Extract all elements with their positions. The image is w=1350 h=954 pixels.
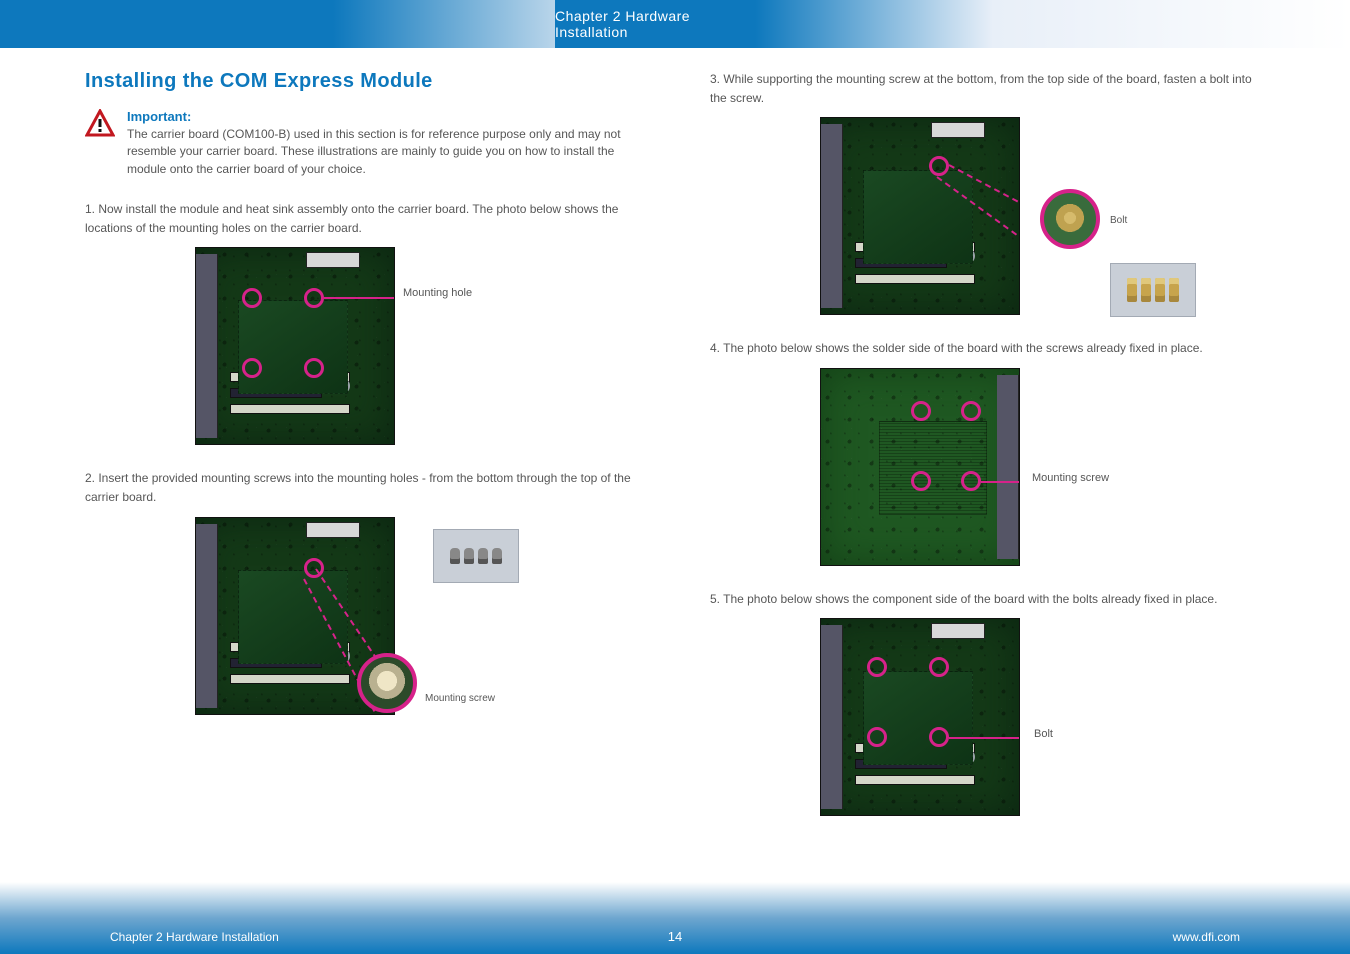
step4-body: The photo below shows the solder side of… [723,341,1203,355]
important-text: The carrier board (COM100-B) used in thi… [127,126,640,178]
fig5-callout: Bolt [1034,728,1154,741]
bolts-photo [1110,263,1196,317]
page-content: Installing the COM Express Module Import… [85,70,1265,864]
step5-body: The photo below shows the component side… [723,592,1217,606]
step5-text: 5. The photo below shows the component s… [710,590,1265,609]
screw-marker [911,471,931,491]
step4-number: 4. [710,341,723,355]
fig1-callout: Mounting hole [403,287,523,300]
bolt-icon [1127,278,1137,302]
figure-2: Mounting screw [195,517,640,715]
step3-body: While supporting the mounting screw at t… [710,72,1252,105]
bolt-icon [1169,278,1179,302]
step1-body: Now install the module and heat sink ass… [85,202,618,235]
page-number: 14 [635,929,715,944]
screw-icon [492,548,502,564]
step2-text: 2. Insert the provided mounting screws i… [85,469,640,506]
screws-photo [433,529,519,583]
step3-text: 3. While supporting the mounting screw a… [710,70,1265,107]
bolt-icon [1155,278,1165,302]
leader-line [981,481,1020,483]
screw-icon [478,548,488,564]
step2-body: Insert the provided mounting screws into… [85,471,631,504]
leader-line [324,297,394,299]
figure-4: Mounting screw [820,368,1265,566]
right-column: 3. While supporting the mounting screw a… [710,70,1265,864]
page-footer: Chapter 2 Hardware Installation 14 www.d… [0,882,1350,954]
step1-text: 1. Now install the module and heat sink … [85,200,640,237]
section-heading: Installing the COM Express Module [85,70,640,93]
bolt-detail-circle [1040,189,1100,249]
left-column: Installing the COM Express Module Import… [85,70,640,864]
step1-number: 1. [85,202,98,216]
chapter-tab: Chapter 2 Hardware Installation [555,0,755,48]
fig2-inner-label: Mounting screw [425,693,495,704]
screw-icon [464,548,474,564]
carrier-board-top-5 [820,618,1020,816]
bolt-icon [1141,278,1151,302]
important-note: Important: The carrier board (COM100-B) … [85,109,640,178]
fig4-callout: Mounting screw [1032,472,1152,485]
figure-3: Bolt [820,117,1265,315]
screw-marker [961,471,981,491]
step5-number: 5. [710,592,723,606]
footer-left: Chapter 2 Hardware Installation [0,930,635,944]
figure-1: Mounting hole [195,247,640,445]
leader-line [949,737,1020,739]
screw-marker [911,401,931,421]
carrier-board-top-1 [195,247,395,445]
fig3-inner-label: Bolt [1110,215,1127,226]
step4-text: 4. The photo below shows the solder side… [710,339,1265,358]
screw-marker [961,401,981,421]
carrier-board-back [820,368,1020,566]
step3-number: 3. [710,72,723,86]
screw-icon [450,548,460,564]
warning-icon [85,109,115,137]
screw-detail-circle [357,653,417,713]
important-label: Important: [127,109,640,124]
footer-right: www.dfi.com [715,930,1350,944]
figure-5: Bolt [820,618,1265,816]
chapter-header: Chapter 2 Hardware Installation [0,0,1350,48]
carrier-board-top-3 [820,117,1020,315]
step2-number: 2. [85,471,98,485]
